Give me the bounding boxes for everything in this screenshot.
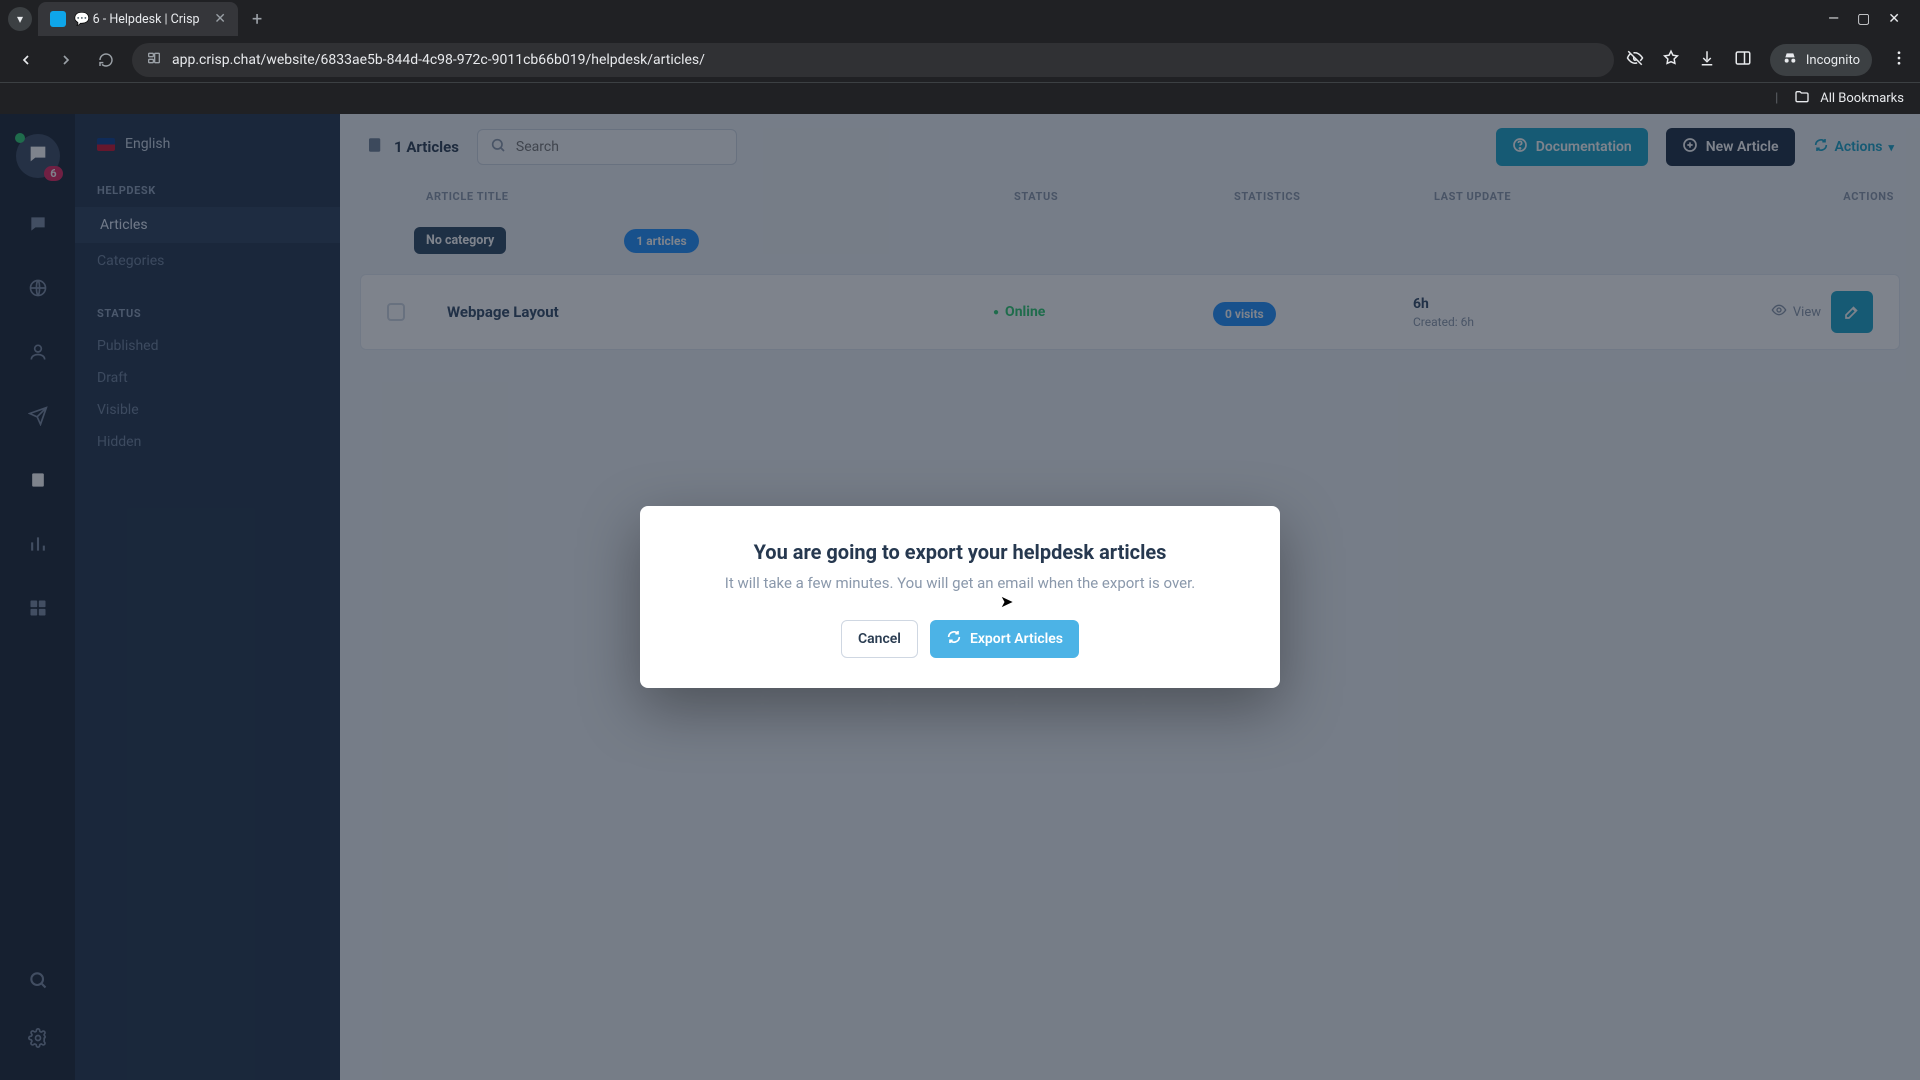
folder-icon [1794, 89, 1810, 109]
modal-title: You are going to export your helpdesk ar… [676, 540, 1244, 564]
url-field[interactable]: app.crisp.chat/website/6833ae5b-844d-4c9… [132, 43, 1614, 77]
maximize-icon[interactable]: ▢ [1857, 11, 1870, 27]
incognito-icon [1782, 50, 1798, 70]
separator: | [1775, 91, 1778, 106]
kebab-menu-icon[interactable] [1890, 49, 1908, 71]
chevron-down-icon: ▾ [17, 12, 23, 26]
tab-bar: ▾ 💬 6 - Helpdesk | Crisp ✕ + — ▢ ✕ [0, 0, 1920, 38]
window-controls: — ▢ ✕ [1828, 11, 1912, 27]
browser-chrome: ▾ 💬 6 - Helpdesk | Crisp ✕ + — ▢ ✕ app.c… [0, 0, 1920, 114]
site-settings-icon[interactable] [146, 50, 162, 70]
new-tab-button[interactable]: + [244, 9, 270, 30]
close-window-icon[interactable]: ✕ [1888, 11, 1900, 27]
modal-overlay[interactable]: You are going to export your helpdesk ar… [0, 114, 1920, 1080]
browser-tab[interactable]: 💬 6 - Helpdesk | Crisp ✕ [38, 2, 238, 36]
reload-button[interactable] [92, 46, 120, 74]
incognito-badge[interactable]: Incognito [1770, 44, 1872, 76]
star-icon[interactable] [1662, 49, 1680, 71]
tab-search-button[interactable]: ▾ [8, 7, 32, 31]
refresh-icon [946, 629, 962, 649]
url-text: app.crisp.chat/website/6833ae5b-844d-4c9… [172, 52, 705, 68]
eye-off-icon[interactable] [1626, 49, 1644, 71]
forward-button[interactable] [52, 46, 80, 74]
sidepanel-icon[interactable] [1734, 49, 1752, 71]
modal-body: It will take a few minutes. You will get… [676, 574, 1244, 592]
modal-actions: Cancel Export Articles [676, 620, 1244, 658]
export-modal: You are going to export your helpdesk ar… [640, 506, 1280, 688]
tab-title: 💬 6 - Helpdesk | Crisp [74, 12, 206, 27]
minimize-icon[interactable]: — [1828, 11, 1839, 27]
toolbar-right: Incognito [1626, 44, 1908, 76]
incognito-label: Incognito [1806, 53, 1860, 68]
app-root: 6 English HELPDESK Articles Categories S… [0, 114, 1920, 1080]
download-icon[interactable] [1698, 49, 1716, 71]
address-bar: app.crisp.chat/website/6833ae5b-844d-4c9… [0, 38, 1920, 82]
bookmarks-bar: | All Bookmarks [0, 82, 1920, 114]
all-bookmarks-link[interactable]: All Bookmarks [1820, 91, 1904, 106]
back-button[interactable] [12, 46, 40, 74]
cancel-button[interactable]: Cancel [841, 620, 918, 658]
export-articles-button[interactable]: Export Articles [930, 620, 1079, 658]
close-tab-icon[interactable]: ✕ [214, 11, 226, 27]
crisp-favicon [50, 11, 66, 27]
